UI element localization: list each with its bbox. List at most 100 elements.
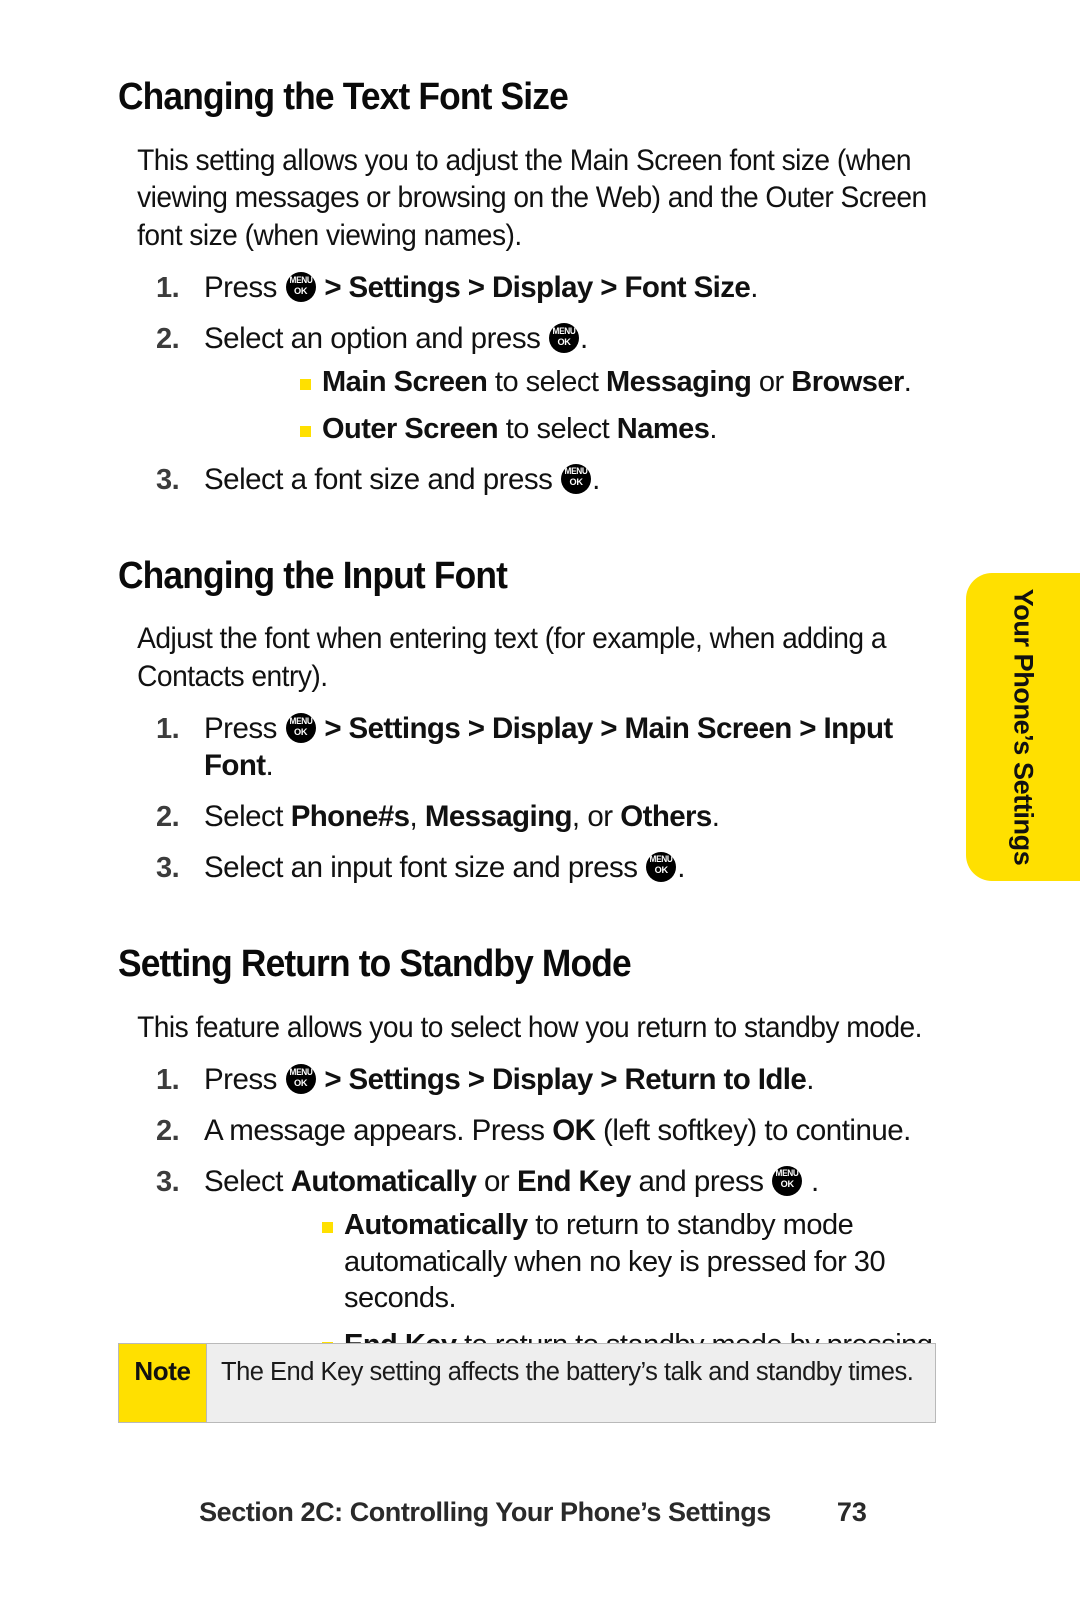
step-text: Select Phone#s, Messaging, or Others. bbox=[204, 800, 720, 834]
bullet-bold-option-2: Browser bbox=[791, 366, 904, 398]
step-nav-chain: > Settings > Display > Return to Idle bbox=[324, 1063, 807, 1097]
menu-key-top-label: MENU bbox=[564, 466, 588, 477]
chapter-side-tab: Your Phone’s Settings bbox=[966, 573, 1080, 881]
step-nav-chain: > Settings > Display > Font Size bbox=[324, 271, 751, 305]
list-item: Outer Screen to select Names. bbox=[204, 411, 948, 448]
menu-ok-key-icon: MENU OK bbox=[285, 272, 316, 303]
section-heading-input-font: Changing the Input Font bbox=[118, 554, 508, 597]
note-label: Note bbox=[134, 1356, 191, 1386]
step-number: 3. bbox=[156, 463, 180, 496]
step-text-lead: Select an input font size and press bbox=[204, 850, 638, 884]
steps-list-text-font-size: 1. Press MENU OK > Settings > Display > F… bbox=[118, 270, 948, 498]
bullet-bold-term: Outer Screen bbox=[322, 412, 499, 445]
step-text-lead: Press bbox=[204, 712, 277, 746]
note-body: The End Key setting affects the battery’… bbox=[221, 1358, 914, 1386]
bullet-bold-option-1: Messaging bbox=[605, 366, 752, 398]
step-number: 1. bbox=[156, 272, 180, 305]
menu-key-bottom-label: OK bbox=[557, 336, 571, 347]
step-comma-1: , bbox=[409, 800, 425, 834]
step-text: Press MENU OK > Settings > Display > Main… bbox=[204, 712, 893, 782]
step-text-lead: Select a font size and press bbox=[204, 462, 553, 496]
step-item: 1. Press MENU OK > Settings > Display > M… bbox=[118, 711, 948, 785]
step-number: 2. bbox=[156, 801, 180, 834]
list-item: Main Screen to select Messaging or Brows… bbox=[204, 364, 948, 401]
steps-list-input-font: 1. Press MENU OK > Settings > Display > M… bbox=[118, 711, 948, 887]
step-item: 2. Select Phone#s, Messaging, or Others. bbox=[118, 799, 948, 836]
bullet-mid-text: to select bbox=[498, 412, 617, 445]
section-intro-return-to-standby: This feature allows you to select how yo… bbox=[137, 1010, 922, 1044]
bullet-conjunction: or bbox=[751, 366, 792, 398]
step-text-lead: Select an option and press bbox=[204, 322, 541, 356]
step-text: Select Automatically or End Key and pres… bbox=[204, 1165, 819, 1198]
step-text-tail: (left softkey) to continue. bbox=[595, 1114, 911, 1148]
list-item: Automatically to return to standby mode … bbox=[204, 1207, 948, 1317]
note-box: Note The End Key setting affects the bat… bbox=[118, 1343, 936, 1423]
step-period: . bbox=[711, 800, 720, 834]
step-text-lead: Select bbox=[204, 1164, 291, 1198]
menu-ok-key-icon: MENU OK bbox=[549, 323, 580, 354]
step-item: 1. Press MENU OK > Settings > Display > R… bbox=[118, 1062, 948, 1099]
step-bold-softkey: OK bbox=[552, 1114, 596, 1148]
step-text-lead: Select bbox=[204, 800, 291, 834]
step-item: 1. Press MENU OK > Settings > Display > F… bbox=[118, 270, 948, 307]
step-period: . bbox=[265, 749, 274, 783]
menu-key-top-label: MENU bbox=[289, 1066, 313, 1077]
step-bold-option-1: Automatically bbox=[290, 1164, 477, 1198]
step-item: 3. Select a font size and press MENU OK. bbox=[118, 462, 948, 499]
menu-ok-key-icon: MENU OK bbox=[285, 1064, 316, 1095]
step-period: . bbox=[810, 1164, 819, 1198]
step-number: 2. bbox=[156, 1115, 180, 1148]
step-period: . bbox=[580, 322, 588, 356]
menu-key-bottom-label: OK bbox=[780, 1179, 794, 1190]
manual-page: Changing the Text Font Size This setting… bbox=[0, 0, 1080, 1620]
menu-ok-key-icon: MENU OK bbox=[285, 713, 316, 744]
step-period: . bbox=[592, 462, 600, 496]
step-number: 1. bbox=[156, 1064, 180, 1097]
section-intro-text-font-size: This setting allows you to adjust the Ma… bbox=[137, 143, 927, 252]
menu-key-bottom-label: OK bbox=[294, 1077, 308, 1088]
step-bold-option-3: Others bbox=[620, 800, 712, 834]
sub-bullet-list: Main Screen to select Messaging or Brows… bbox=[204, 364, 948, 448]
step-text: Select an input font size and press MENU… bbox=[204, 851, 685, 884]
menu-key-top-label: MENU bbox=[552, 325, 576, 336]
section-intro-input-font: Adjust the font when entering text (for … bbox=[137, 622, 887, 693]
page-footer: Section 2C: Controlling Your Phone’s Set… bbox=[118, 1497, 948, 1528]
menu-ok-key-icon: MENU OK bbox=[646, 851, 677, 882]
step-period: . bbox=[806, 1063, 814, 1097]
step-text-lead: Press bbox=[204, 1063, 277, 1097]
note-label-cell: Note bbox=[119, 1344, 207, 1422]
bullet-bold-option-1: Names bbox=[616, 412, 710, 445]
step-number: 3. bbox=[156, 1165, 180, 1198]
menu-key-bottom-label: OK bbox=[569, 477, 583, 488]
step-text: A message appears. Press OK (left softke… bbox=[204, 1114, 911, 1147]
step-bold-option-1: Phone#s bbox=[290, 800, 410, 834]
section-heading-text-font-size: Changing the Text Font Size bbox=[118, 76, 569, 118]
step-text: Press MENU OK > Settings > Display > Retu… bbox=[204, 1063, 814, 1096]
step-text-lead: A message appears. Press bbox=[204, 1114, 553, 1148]
step-item: 3. Select an input font size and press M… bbox=[118, 850, 948, 887]
bullet-bold-term: Main Screen bbox=[322, 366, 488, 398]
menu-key-top-label: MENU bbox=[289, 274, 313, 285]
step-number: 2. bbox=[156, 323, 180, 356]
step-comma-2: , or bbox=[571, 800, 621, 834]
step-period: . bbox=[677, 850, 685, 884]
page-number: 73 bbox=[836, 1497, 867, 1527]
footer-section-title: Section 2C: Controlling Your Phone’s Set… bbox=[199, 1497, 771, 1527]
step-number: 3. bbox=[156, 851, 180, 884]
step-text: Press MENU OK > Settings > Display > Font… bbox=[204, 271, 758, 304]
menu-key-bottom-label: OK bbox=[654, 865, 668, 876]
menu-key-bottom-label: OK bbox=[294, 726, 308, 737]
step-conjunction: or bbox=[476, 1164, 517, 1198]
step-bold-option-2: End Key bbox=[516, 1164, 631, 1198]
bullet-period: . bbox=[709, 412, 717, 445]
chapter-side-tab-label: Your Phone’s Settings bbox=[1008, 588, 1039, 866]
menu-key-top-label: MENU bbox=[775, 1168, 799, 1179]
menu-key-top-label: MENU bbox=[649, 854, 673, 865]
bullet-bold-term: Automatically bbox=[344, 1208, 528, 1241]
menu-key-bottom-label: OK bbox=[294, 285, 308, 296]
section-heading-return-to-standby: Setting Return to Standby Mode bbox=[118, 942, 632, 985]
step-period: . bbox=[750, 271, 758, 305]
step-text-tail: and press bbox=[630, 1164, 772, 1198]
bullet-mid-text: to select bbox=[487, 366, 606, 398]
menu-ok-key-icon: MENU OK bbox=[772, 1165, 803, 1196]
